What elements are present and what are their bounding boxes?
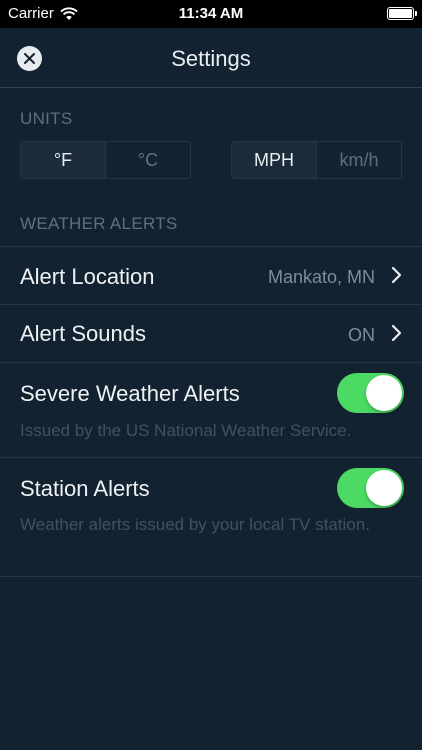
alert-location-label: Alert Location xyxy=(20,264,155,289)
status-time: 11:34 AM xyxy=(178,5,244,22)
segment-mph[interactable]: MPH xyxy=(232,142,316,178)
severe-weather-alerts-description: Issued by the US National Weather Servic… xyxy=(20,421,352,440)
segment-celsius[interactable]: °C xyxy=(105,142,190,178)
speed-unit-control: MPH km/h xyxy=(231,141,402,179)
segment-kmh[interactable]: km/h xyxy=(316,142,401,178)
battery-icon xyxy=(387,7,417,20)
segment-fahrenheit[interactable]: °F xyxy=(21,142,105,178)
alert-sounds-row[interactable]: Alert Sounds ON xyxy=(0,304,422,362)
severe-weather-alerts-row: Severe Weather Alerts Issued by the US N… xyxy=(0,362,422,457)
severe-weather-alerts-toggle[interactable] xyxy=(337,373,404,413)
station-alerts-row: Station Alerts Weather alerts issued by … xyxy=(0,457,422,577)
alert-sounds-value: ON xyxy=(348,325,375,345)
toggle-knob xyxy=(366,375,402,411)
page-title: Settings xyxy=(171,46,251,71)
battery-fill xyxy=(389,9,412,18)
alert-location-row[interactable]: Alert Location Mankato, MN xyxy=(0,246,422,304)
status-bar: Carrier 11:34 AM xyxy=(0,0,422,28)
severe-weather-alerts-label: Severe Weather Alerts xyxy=(20,381,240,406)
chevron-right-icon xyxy=(391,324,402,342)
weather-alerts-section-header: WEATHER ALERTS xyxy=(20,214,178,233)
station-alerts-toggle[interactable] xyxy=(337,468,404,508)
alert-location-value: Mankato, MN xyxy=(267,267,375,287)
temperature-unit-control: °F °C xyxy=(20,141,191,179)
toggle-knob xyxy=(366,470,402,506)
alert-sounds-label: Alert Sounds xyxy=(20,321,146,346)
nav-bar: Settings xyxy=(0,28,422,88)
station-alerts-label: Station Alerts xyxy=(20,476,150,501)
station-alerts-description: Weather alerts issued by your local TV s… xyxy=(20,515,370,534)
units-section-header: UNITS xyxy=(20,109,73,128)
chevron-right-icon xyxy=(391,266,402,284)
